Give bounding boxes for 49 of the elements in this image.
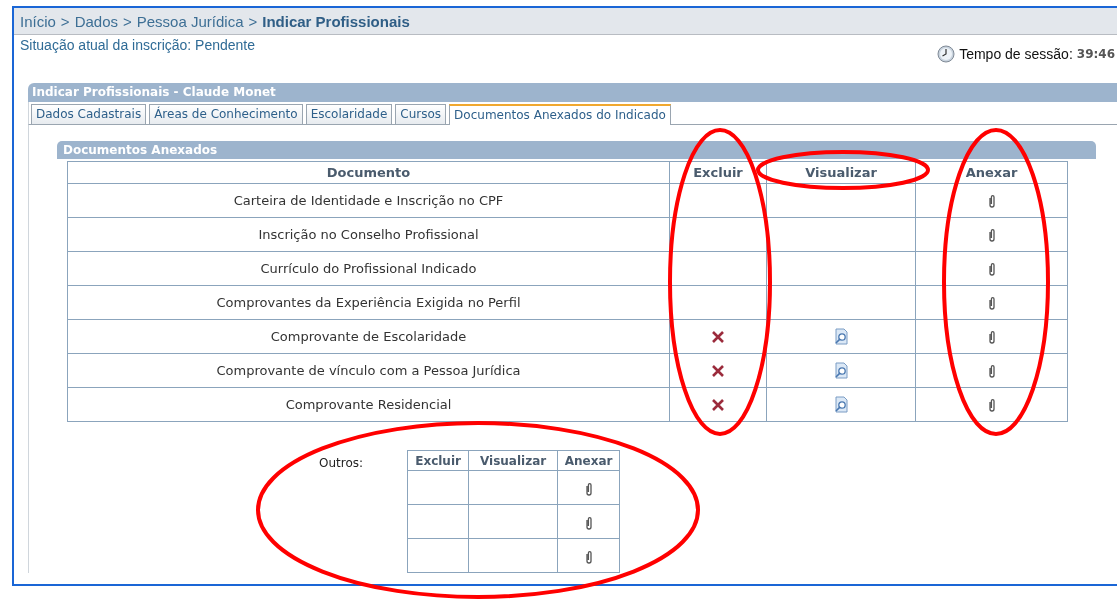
paperclip-icon[interactable] <box>584 481 593 496</box>
column-header: Anexar <box>557 450 620 471</box>
paperclip-icon[interactable] <box>987 296 996 311</box>
column-header: Documento <box>67 161 670 184</box>
paperclip-icon[interactable] <box>987 194 996 209</box>
session-time: 39:46 <box>1076 47 1115 61</box>
others-label: Outros: <box>319 456 364 470</box>
document-magnifier-icon[interactable] <box>833 396 849 413</box>
column-header: Excluir <box>669 161 767 184</box>
breadcrumb-separator: > <box>60 12 70 30</box>
paperclip-icon[interactable] <box>987 330 996 345</box>
breadcrumb-link[interactable]: Dados <box>74 12 118 30</box>
tab[interactable]: Documentos Anexados do Indicado <box>449 104 671 125</box>
tab[interactable]: Escolaridade <box>305 104 393 124</box>
tab[interactable]: Cursos <box>395 104 447 124</box>
registration-status: Situação atual da inscrição: Pendente <box>20 37 256 53</box>
table-cell: Comprovante de Escolaridade <box>67 319 670 354</box>
breadcrumb-link[interactable]: Pessoa Jurídica <box>136 12 244 30</box>
paperclip-icon[interactable] <box>987 364 996 379</box>
tab[interactable]: Áreas de Conhecimento <box>149 104 303 124</box>
document-magnifier-icon[interactable] <box>833 328 849 345</box>
breadcrumb-separator: > <box>248 12 258 30</box>
table-cell: Comprovante Residencial <box>67 387 670 422</box>
table-cell: Comprovantes da Experiência Exigida no Perfil <box>67 285 670 320</box>
paperclip-icon[interactable] <box>987 398 996 413</box>
table-cell: Currículo do Profissional Indicado <box>67 251 670 286</box>
paperclip-icon[interactable] <box>987 262 996 277</box>
breadcrumb-link[interactable]: Início <box>20 12 56 30</box>
column-header: Anexar <box>915 161 1068 184</box>
session-label: Tempo de sessão: <box>959 46 1073 62</box>
delete-icon[interactable] <box>711 330 725 345</box>
tab[interactable]: Dados Cadastrais <box>31 104 147 124</box>
breadcrumb-separator: > <box>123 12 132 30</box>
table-cell: Comprovante de vínculo com a Pessoa Jurídica <box>67 353 670 388</box>
paperclip-icon[interactable] <box>584 549 593 564</box>
delete-icon[interactable] <box>711 398 725 413</box>
document-magnifier-icon[interactable] <box>833 362 849 379</box>
table-cell: Carteira de Identidade e Inscrição no CPF <box>67 183 670 218</box>
column-header: Visualizar <box>766 161 916 184</box>
table-cell: Inscrição no Conselho Profissional <box>67 217 670 252</box>
section-title: Documentos Anexados <box>57 141 1096 159</box>
panel-title: Indicar Profissionais - Claude Monet <box>28 83 1117 102</box>
column-header: Visualizar <box>468 450 558 471</box>
breadcrumb-current: Indicar Profissionais <box>262 12 410 30</box>
paperclip-icon[interactable] <box>987 228 996 243</box>
column-header: Excluir <box>407 450 469 471</box>
delete-icon[interactable] <box>711 364 725 379</box>
paperclip-icon[interactable] <box>584 515 593 530</box>
clock-icon <box>937 45 956 63</box>
